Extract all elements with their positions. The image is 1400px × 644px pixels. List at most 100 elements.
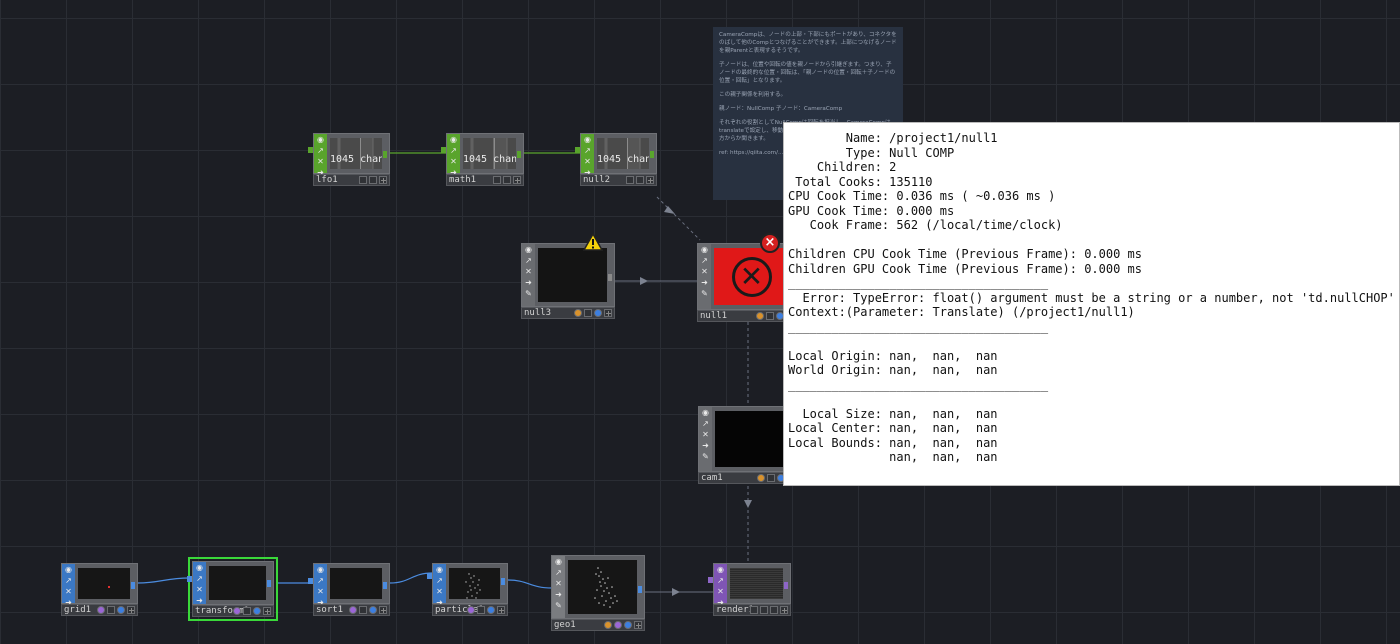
display-icon[interactable]: ◉ <box>700 408 711 418</box>
viewer-icon[interactable]: ➜ <box>700 441 711 451</box>
flag-icon[interactable] <box>487 606 495 614</box>
output-port[interactable] <box>131 582 135 589</box>
plus-icon[interactable] <box>604 309 612 317</box>
output-port[interactable] <box>383 582 387 589</box>
display-icon[interactable]: ◉ <box>315 565 326 575</box>
node-label-bar[interactable]: render1 <box>713 604 791 616</box>
edit-icon[interactable]: ✎ <box>700 452 711 462</box>
lock-icon[interactable]: ✕ <box>315 157 326 167</box>
flag-icon[interactable] <box>626 176 634 184</box>
node-null3[interactable]: ◉ ↗ ✕ ➜ ✎ null3 <box>521 243 615 319</box>
display-icon[interactable]: ◉ <box>715 565 726 575</box>
edit-icon[interactable]: ✎ <box>553 601 564 611</box>
output-port[interactable] <box>383 151 387 158</box>
flag-icon[interactable] <box>750 606 758 614</box>
plus-icon[interactable] <box>263 607 271 615</box>
node-label-bar[interactable]: lfo1 <box>313 174 390 186</box>
plus-icon[interactable] <box>780 606 788 614</box>
output-port[interactable] <box>517 151 521 158</box>
flag-icon[interactable] <box>233 607 241 615</box>
lock-icon[interactable]: ✕ <box>434 587 445 597</box>
lock-icon[interactable]: ✕ <box>523 267 534 277</box>
lock-icon[interactable]: ✕ <box>700 430 711 440</box>
flag-icon[interactable] <box>636 176 644 184</box>
node-label-bar[interactable]: null1 <box>697 310 797 322</box>
plus-icon[interactable] <box>379 606 387 614</box>
bypass-icon[interactable]: ↗ <box>582 146 593 156</box>
output-port[interactable] <box>650 151 654 158</box>
flag-icon[interactable] <box>369 606 377 614</box>
bypass-icon[interactable]: ↗ <box>315 146 326 156</box>
flag-icon[interactable] <box>359 176 367 184</box>
flag-icon[interactable] <box>369 176 377 184</box>
flag-icon[interactable] <box>359 606 367 614</box>
node-geo1[interactable]: ◉ ↗ ✕ ➜ ✎ geo1 <box>551 555 645 631</box>
display-icon[interactable]: ◉ <box>699 245 710 255</box>
flag-icon[interactable] <box>614 621 622 629</box>
display-icon[interactable]: ◉ <box>523 245 534 255</box>
bypass-icon[interactable]: ↗ <box>448 146 459 156</box>
error-badge-icon[interactable]: × <box>760 233 780 253</box>
node-label-bar[interactable]: particle1 <box>432 604 508 616</box>
node-label-bar[interactable]: null3 <box>521 307 615 319</box>
plus-icon[interactable] <box>379 176 387 184</box>
warning-icon[interactable] <box>583 233 603 251</box>
lock-icon[interactable]: ✕ <box>715 587 726 597</box>
node-null2[interactable]: ◉ ↗ ✕ ➜ 1045 chan null2 <box>575 133 657 186</box>
flag-icon[interactable] <box>349 606 357 614</box>
flag-icon[interactable] <box>97 606 105 614</box>
bypass-icon[interactable]: ↗ <box>715 576 726 586</box>
display-icon[interactable]: ◉ <box>194 563 205 573</box>
node-render1[interactable]: ◉ ↗ ✕ ➜ render1 <box>708 563 791 616</box>
output-port[interactable] <box>608 274 612 281</box>
lock-icon[interactable]: ✕ <box>582 157 593 167</box>
bypass-icon[interactable]: ↗ <box>315 576 326 586</box>
lock-icon[interactable]: ✕ <box>448 157 459 167</box>
flag-icon[interactable] <box>503 176 511 184</box>
display-icon[interactable]: ◉ <box>582 135 593 145</box>
edit-icon[interactable]: ✎ <box>523 289 534 299</box>
node-label-bar[interactable]: geo1 <box>551 619 645 631</box>
flag-icon[interactable] <box>760 606 768 614</box>
flag-icon[interactable] <box>624 621 632 629</box>
node-math1[interactable]: ◉ ↗ ✕ ➜ 1045 chan math1 <box>441 133 524 186</box>
flag-icon[interactable] <box>757 474 765 482</box>
lock-icon[interactable]: ✕ <box>553 579 564 589</box>
plus-icon[interactable] <box>634 621 642 629</box>
display-icon[interactable]: ◉ <box>448 135 459 145</box>
flag-icon[interactable] <box>766 312 774 320</box>
bypass-icon[interactable]: ↗ <box>699 256 710 266</box>
node-label-bar[interactable]: grid1 <box>61 604 138 616</box>
plus-icon[interactable] <box>513 176 521 184</box>
plus-icon[interactable] <box>497 606 505 614</box>
node-lfo1[interactable]: ◉ ↗ ✕ ➜ 1045 chan lfo1 <box>308 133 390 186</box>
flag-icon[interactable] <box>584 309 592 317</box>
flag-icon[interactable] <box>604 621 612 629</box>
bypass-icon[interactable]: ↗ <box>63 576 74 586</box>
lock-icon[interactable]: ✕ <box>63 587 74 597</box>
output-port[interactable] <box>784 582 788 589</box>
node-label-bar[interactable]: transform1 <box>192 605 274 617</box>
flag-icon[interactable] <box>467 606 475 614</box>
flag-icon[interactable] <box>767 474 775 482</box>
node-grid1[interactable]: ◉ ↗ ✕ ➜ grid1 <box>61 563 138 616</box>
flag-icon[interactable] <box>253 607 261 615</box>
bypass-icon[interactable]: ↗ <box>700 419 711 429</box>
viewer-icon[interactable]: ➜ <box>523 278 534 288</box>
bypass-icon[interactable]: ↗ <box>434 576 445 586</box>
display-icon[interactable]: ◉ <box>63 565 74 575</box>
flag-icon[interactable] <box>493 176 501 184</box>
lock-icon[interactable]: ✕ <box>315 587 326 597</box>
lock-icon[interactable]: ✕ <box>194 585 205 595</box>
flag-icon[interactable] <box>107 606 115 614</box>
output-port[interactable] <box>638 586 642 593</box>
node-particle1[interactable]: ◉ ↗ ✕ ➜ particle1 <box>427 563 508 616</box>
bypass-icon[interactable]: ↗ <box>194 574 205 584</box>
plus-icon[interactable] <box>127 606 135 614</box>
bypass-icon[interactable]: ↗ <box>553 568 564 578</box>
edit-icon[interactable]: ✎ <box>699 289 710 299</box>
flag-icon[interactable] <box>770 606 778 614</box>
flag-icon[interactable] <box>477 606 485 614</box>
flag-icon[interactable] <box>594 309 602 317</box>
node-label-bar[interactable]: sort1 <box>313 604 390 616</box>
